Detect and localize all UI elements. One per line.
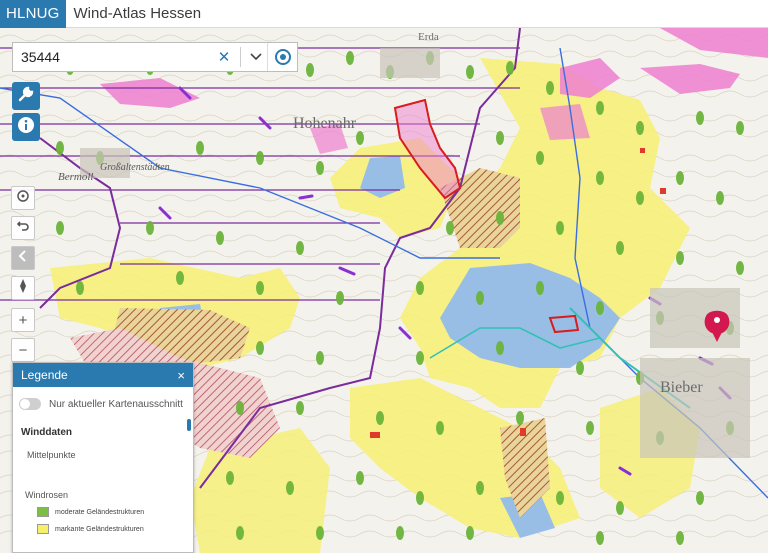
locate-icon[interactable]: [267, 43, 297, 71]
info-button[interactable]: [12, 113, 40, 141]
toggle-label: Nur aktueller Kartenausschnitt: [49, 398, 183, 410]
map-label-place1: Hohenahr: [293, 115, 357, 132]
undo-icon: [16, 219, 30, 237]
wrench-icon: [17, 85, 35, 108]
extent-toggle[interactable]: [19, 398, 41, 410]
zoom-out-button[interactable]: −: [11, 338, 35, 362]
legend-swatch: [37, 524, 49, 534]
legend-item-label: moderate Geländestrukturen: [55, 508, 145, 516]
close-icon[interactable]: ✕: [212, 48, 236, 66]
collapse-button[interactable]: [11, 246, 35, 270]
legend-swatch: [37, 507, 49, 517]
legend-header: Legende ×: [13, 363, 193, 387]
settings-button[interactable]: [12, 82, 40, 110]
rotate-icon: [16, 189, 30, 207]
close-icon[interactable]: ×: [177, 368, 185, 383]
legend-item-label: markante Geländestrukturen: [55, 525, 144, 533]
brand-logo[interactable]: HLNUG: [0, 0, 66, 28]
legend-panel: Legende × Nur aktueller Kartenausschnitt…: [12, 362, 194, 553]
legend-section-windrosen: Windrosen: [25, 490, 69, 500]
map-label-place5: Erda: [418, 31, 439, 43]
legend-section-winddaten: Winddaten: [21, 427, 73, 438]
rotate-button[interactable]: [11, 186, 35, 210]
legend-filter-row: Nur aktueller Kartenausschnitt: [13, 391, 193, 417]
search-divider: [240, 47, 241, 67]
map-label-place2: Großaltenstädten: [100, 162, 170, 173]
map-label-place3: Bermoll: [58, 171, 93, 183]
zoom-in-button[interactable]: +: [11, 308, 35, 332]
app-header: HLNUG Wind-Atlas Hessen: [0, 0, 768, 28]
chevron-left-icon: [16, 249, 30, 267]
undo-button[interactable]: [11, 216, 35, 240]
chevron-down-icon[interactable]: [245, 50, 267, 64]
compass-button[interactable]: [11, 276, 35, 300]
legend-scrollbar[interactable]: [187, 419, 191, 431]
legend-item: markante Geländestrukturen: [37, 524, 193, 534]
legend-title: Legende: [21, 368, 68, 382]
compass-icon: [16, 278, 30, 298]
map-label-place4: Bieber: [660, 379, 703, 396]
search-input[interactable]: [13, 43, 212, 71]
legend-item: moderate Geländestrukturen: [37, 507, 193, 517]
app-title: Wind-Atlas Hessen: [73, 5, 202, 22]
search-box: ✕: [12, 42, 298, 72]
info-icon: [17, 116, 35, 139]
legend-sub-mittelpunkte: Mittelpunkte: [27, 450, 76, 460]
